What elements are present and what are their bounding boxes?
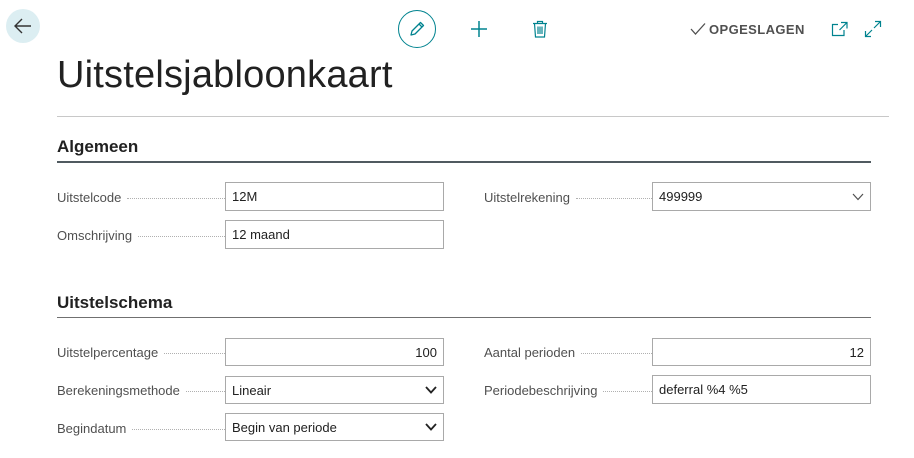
num-periods-label: Aantal perioden [484, 338, 652, 366]
trash-icon [533, 20, 547, 38]
chevron-down-icon[interactable] [852, 193, 864, 201]
back-button[interactable] [6, 9, 40, 43]
chevron-down-icon [425, 423, 437, 431]
section-title-schedule: Uitstelschema [57, 293, 173, 312]
edit-button[interactable] [398, 10, 436, 48]
deferral-pct-field[interactable]: 100 [225, 338, 444, 366]
saved-status: OPGESLAGEN [690, 20, 805, 38]
pencil-icon [410, 21, 425, 36]
expand-icon [864, 20, 882, 38]
num-periods-field[interactable]: 12 [652, 338, 871, 366]
open-in-new-window-icon [831, 21, 848, 37]
section-divider-general [57, 161, 871, 163]
title-divider [57, 116, 889, 117]
delete-button[interactable] [529, 17, 551, 41]
period-desc-field[interactable]: deferral %4 %5 [652, 375, 871, 404]
section-divider-schedule [57, 317, 871, 318]
deferral-pct-label: Uitstelpercentage [57, 338, 225, 366]
description-label: Omschrijving [57, 221, 225, 249]
section-title-general: Algemeen [57, 137, 139, 156]
deferral-code-label: Uitstelcode [57, 183, 225, 211]
saved-status-text: OPGESLAGEN [709, 21, 805, 37]
expand-button[interactable] [863, 19, 883, 39]
calc-method-select[interactable]: Lineair [225, 376, 444, 404]
deferral-account-label: Uitstelrekening [484, 183, 652, 211]
start-date-select[interactable]: Begin van periode [225, 413, 444, 441]
description-field[interactable]: 12 maand [225, 220, 444, 249]
open-new-window-button[interactable] [830, 19, 850, 39]
deferral-account-field[interactable]: 499999 [652, 182, 871, 211]
start-date-label: Begindatum [57, 414, 225, 442]
plus-icon [471, 21, 487, 37]
new-button[interactable] [467, 17, 491, 41]
checkmark-icon [690, 23, 706, 35]
arrow-left-icon [14, 18, 31, 34]
period-desc-label: Periodebeschrijving [484, 376, 652, 404]
deferral-code-field[interactable]: 12M [225, 182, 444, 211]
page-title: Uitstelsjabloonkaart [57, 54, 393, 96]
chevron-down-icon [425, 386, 437, 394]
calc-method-label: Berekeningsmethode [57, 376, 225, 404]
